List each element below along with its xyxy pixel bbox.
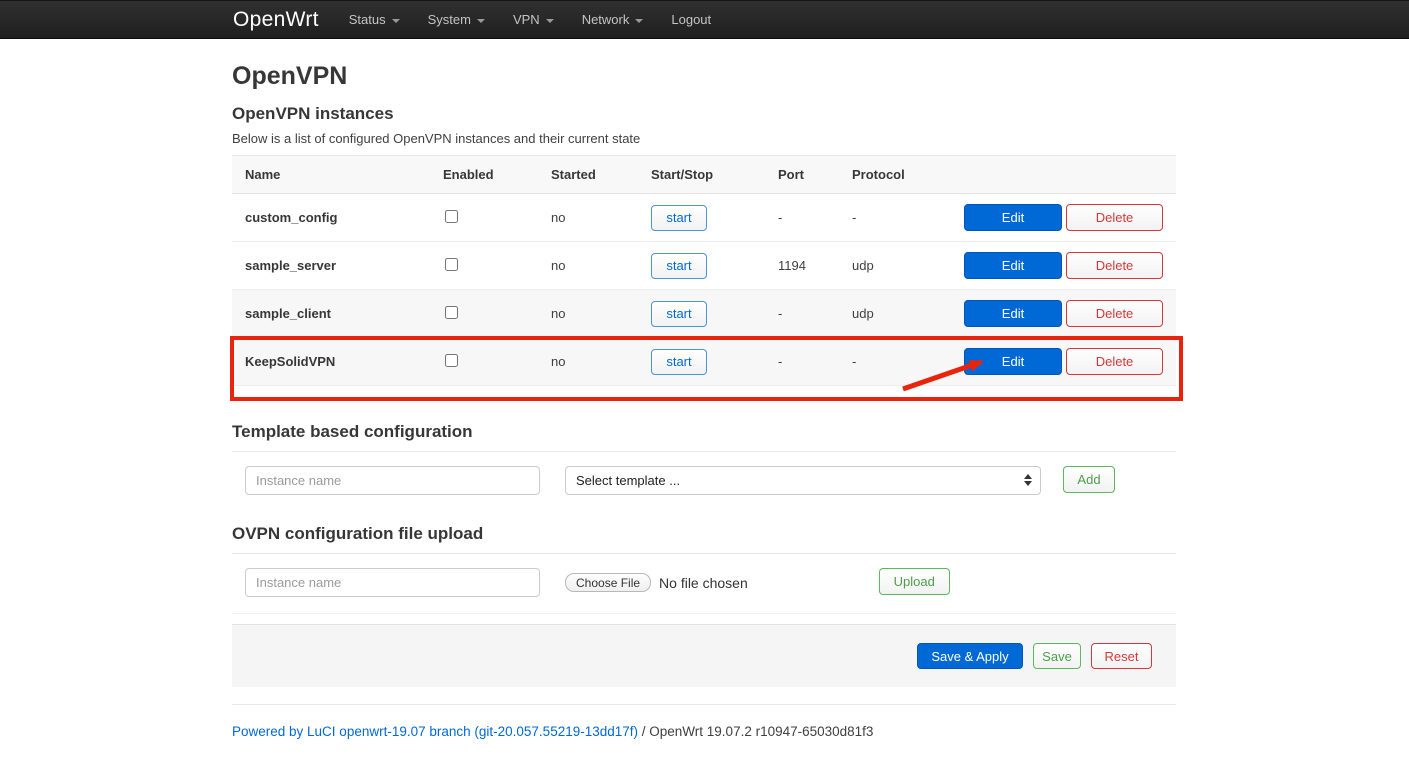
instance-name: sample_server (232, 258, 430, 273)
reset-button[interactable]: Reset (1091, 643, 1152, 669)
column-header-enabled: Enabled (430, 167, 538, 182)
start-button[interactable]: start (651, 253, 707, 279)
action-bar: Save & Apply Save Reset (232, 624, 1176, 687)
protocol-value: - (839, 354, 951, 369)
section-divider (232, 613, 1176, 614)
chevron-down-icon (477, 19, 485, 23)
delete-button[interactable]: Delete (1066, 348, 1163, 375)
instances-table: Name Enabled Started Start/Stop Port Pro… (232, 155, 1176, 386)
instances-section-heading: OpenVPN instances (232, 104, 1176, 124)
started-value: no (538, 306, 638, 321)
nav-item-system[interactable]: System (414, 0, 499, 39)
port-value: - (765, 354, 839, 369)
upload-instance-name-input[interactable] (245, 568, 540, 597)
chevron-down-icon (546, 19, 554, 23)
template-instance-name-input[interactable] (245, 466, 540, 495)
delete-button[interactable]: Delete (1066, 204, 1163, 231)
enabled-checkbox[interactable] (445, 354, 458, 367)
start-button[interactable]: start (651, 349, 707, 375)
chevron-down-icon (392, 19, 400, 23)
add-button[interactable]: Add (1063, 466, 1115, 493)
column-header-port: Port (765, 167, 839, 182)
column-header-protocol: Protocol (839, 167, 951, 182)
openwrt-version-label: / OpenWrt 19.07.2 r10947-65030d81f3 (638, 724, 873, 739)
save-button[interactable]: Save (1033, 643, 1081, 669)
table-row-sample-client: sample_client no start - udp Edit Delete (232, 290, 1176, 338)
start-button[interactable]: start (651, 301, 707, 327)
nav-item-logout-label: Logout (671, 12, 711, 27)
edit-button-keepsolidvpn[interactable]: Edit (964, 348, 1062, 375)
table-row-custom-config: custom_config no start - - Edit Delete (232, 194, 1176, 242)
choose-file-button[interactable]: Choose File (565, 573, 651, 592)
footer-divider (232, 704, 1176, 705)
edit-button[interactable]: Edit (964, 204, 1062, 231)
upload-section-heading: OVPN configuration file upload (232, 524, 1176, 554)
nav-item-status[interactable]: Status (335, 0, 414, 39)
column-header-started: Started (538, 167, 638, 182)
no-file-chosen-label: No file chosen (659, 575, 748, 591)
enabled-checkbox[interactable] (445, 258, 458, 271)
footer-text: Powered by LuCI openwrt-19.07 branch (gi… (232, 724, 1176, 739)
nav-item-vpn-label: VPN (513, 12, 540, 27)
template-select[interactable]: Select template ... (565, 466, 1041, 495)
nav-item-status-label: Status (349, 12, 386, 27)
upload-button[interactable]: Upload (879, 568, 950, 595)
upload-form-row: Choose File No file chosen Upload (232, 568, 1176, 597)
table-row-sample-server: sample_server no start 1194 udp Edit Del… (232, 242, 1176, 290)
port-value: - (765, 210, 839, 225)
page-title: OpenVPN (232, 62, 1176, 91)
nav-item-system-label: System (428, 12, 471, 27)
port-value: 1194 (765, 258, 839, 273)
enabled-checkbox[interactable] (445, 306, 458, 319)
table-row-keepsolidvpn: KeepSolidVPN no start - - Edit Delete (232, 338, 1176, 386)
column-header-name: Name (232, 167, 430, 182)
nav-item-network-label: Network (582, 12, 630, 27)
protocol-value: - (839, 210, 951, 225)
template-section-heading: Template based configuration (232, 422, 1176, 452)
port-value: - (765, 306, 839, 321)
edit-button[interactable]: Edit (964, 252, 1062, 279)
edit-button[interactable]: Edit (964, 300, 1062, 327)
table-header-row: Name Enabled Started Start/Stop Port Pro… (232, 155, 1176, 194)
instance-name: custom_config (232, 210, 430, 225)
protocol-value: udp (839, 258, 951, 273)
brand-logo[interactable]: OpenWrt (233, 8, 319, 32)
start-button[interactable]: start (651, 205, 707, 231)
instance-name: KeepSolidVPN (232, 354, 430, 369)
nav-item-logout[interactable]: Logout (657, 0, 725, 39)
nav-item-network[interactable]: Network (568, 0, 658, 39)
instances-section-description: Below is a list of configured OpenVPN in… (232, 131, 1176, 147)
started-value: no (538, 258, 638, 273)
nav-item-vpn[interactable]: VPN (499, 0, 568, 39)
top-navbar: OpenWrt Status System VPN Network Logout (0, 0, 1409, 39)
luci-version-link[interactable]: Powered by LuCI openwrt-19.07 branch (gi… (232, 724, 638, 739)
file-input: Choose File No file chosen (565, 568, 748, 597)
delete-button[interactable]: Delete (1066, 300, 1163, 327)
delete-button[interactable]: Delete (1066, 252, 1163, 279)
column-header-start-stop: Start/Stop (638, 167, 765, 182)
chevron-down-icon (635, 19, 643, 23)
started-value: no (538, 354, 638, 369)
protocol-value: udp (839, 306, 951, 321)
save-apply-button[interactable]: Save & Apply (917, 643, 1023, 669)
started-value: no (538, 210, 638, 225)
instance-name: sample_client (232, 306, 430, 321)
template-form-row: Select template ... Add (232, 466, 1176, 495)
main-content: OpenVPN OpenVPN instances Below is a lis… (232, 62, 1176, 739)
enabled-checkbox[interactable] (445, 210, 458, 223)
